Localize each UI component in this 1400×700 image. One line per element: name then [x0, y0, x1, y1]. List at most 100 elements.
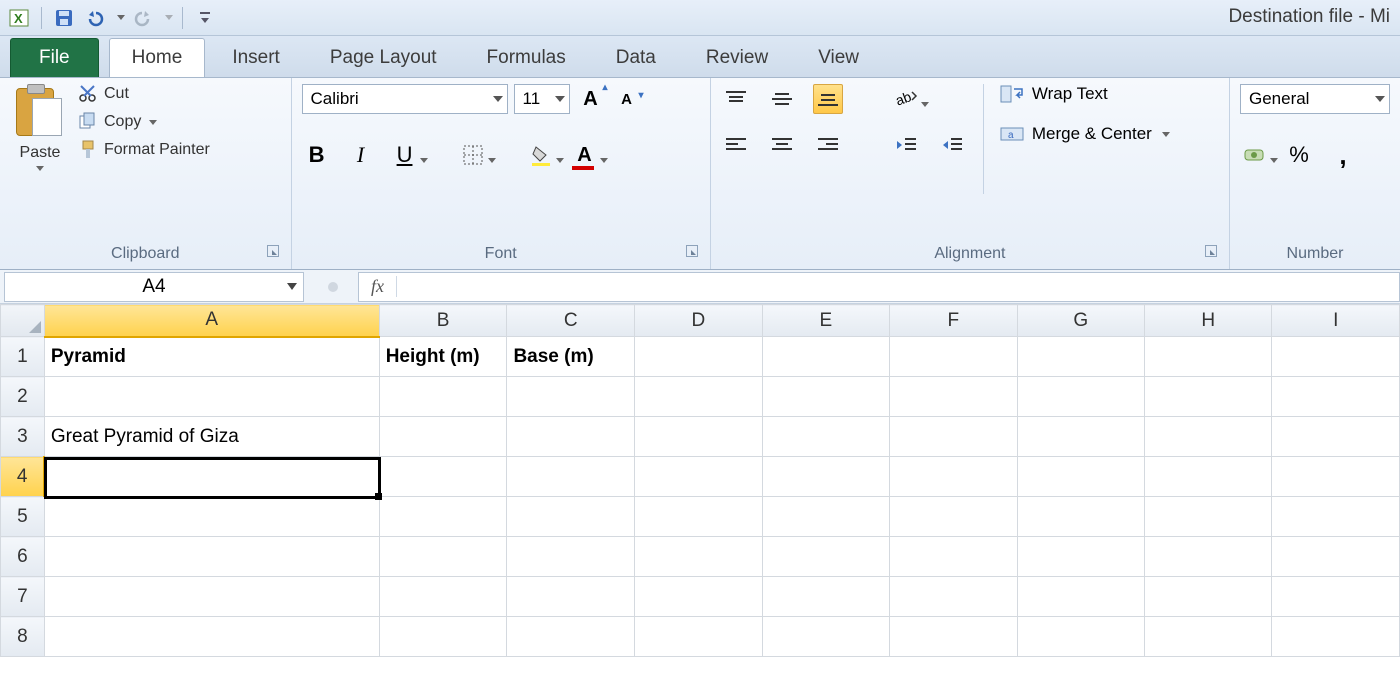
cell-D6[interactable] [635, 537, 762, 577]
cell-C8[interactable] [507, 617, 635, 657]
cell-B5[interactable] [379, 497, 507, 537]
merge-dropdown-icon[interactable] [1162, 132, 1170, 137]
cell-A1[interactable]: Pyramid [44, 337, 379, 377]
cell-D5[interactable] [635, 497, 762, 537]
row-header-8[interactable]: 8 [1, 617, 45, 657]
spreadsheet-grid[interactable]: A B C D E F G H I 1 Pyramid Height (m) B… [0, 304, 1400, 657]
cell-A8[interactable] [44, 617, 379, 657]
cell-E5[interactable] [762, 497, 889, 537]
col-header-E[interactable]: E [762, 305, 889, 337]
dialog-launcher-icon[interactable] [1205, 245, 1217, 257]
tab-formulas[interactable]: Formulas [464, 38, 589, 77]
row-header-3[interactable]: 3 [1, 417, 45, 457]
increase-indent-icon[interactable] [937, 130, 967, 160]
cell-F3[interactable] [890, 417, 1017, 457]
cell-I1[interactable] [1272, 337, 1400, 377]
col-header-F[interactable]: F [890, 305, 1017, 337]
tab-insert[interactable]: Insert [209, 38, 303, 77]
font-color-icon[interactable]: A [570, 140, 600, 170]
cell-C2[interactable] [507, 377, 635, 417]
cell-D7[interactable] [635, 577, 762, 617]
cell-G6[interactable] [1017, 537, 1144, 577]
fill-color-icon[interactable] [526, 140, 556, 170]
formula-input[interactable]: fx [358, 272, 1400, 302]
cell-A6[interactable] [44, 537, 379, 577]
row-header-1[interactable]: 1 [1, 337, 45, 377]
customize-qat-icon[interactable] [192, 5, 218, 31]
shrink-font-icon[interactable]: A▾ [612, 84, 642, 114]
cell-G8[interactable] [1017, 617, 1144, 657]
cell-H6[interactable] [1145, 537, 1272, 577]
tab-review[interactable]: Review [683, 38, 791, 77]
cell-B2[interactable] [379, 377, 507, 417]
tab-page-layout[interactable]: Page Layout [307, 38, 460, 77]
merge-center-button[interactable]: a Merge & Center [1000, 124, 1170, 144]
cell-B7[interactable] [379, 577, 507, 617]
cell-F4[interactable] [890, 457, 1017, 497]
cell-G2[interactable] [1017, 377, 1144, 417]
cell-I2[interactable] [1272, 377, 1400, 417]
grow-font-icon[interactable]: A▴ [576, 84, 606, 114]
cell-F1[interactable] [890, 337, 1017, 377]
dialog-launcher-icon[interactable] [267, 245, 279, 257]
cell-C4[interactable] [507, 457, 635, 497]
cell-G1[interactable] [1017, 337, 1144, 377]
row-header-4[interactable]: 4 [1, 457, 45, 497]
bold-button[interactable]: B [302, 140, 332, 170]
cell-E6[interactable] [762, 537, 889, 577]
row-header-2[interactable]: 2 [1, 377, 45, 417]
undo-dropdown-icon[interactable] [117, 15, 125, 20]
cell-I6[interactable] [1272, 537, 1400, 577]
italic-button[interactable]: I [346, 140, 376, 170]
cell-E8[interactable] [762, 617, 889, 657]
cell-D1[interactable] [635, 337, 762, 377]
accounting-format-icon[interactable] [1240, 140, 1270, 170]
select-all-corner[interactable] [1, 305, 45, 337]
cut-button[interactable]: Cut [78, 84, 210, 104]
cell-I3[interactable] [1272, 417, 1400, 457]
cell-B1[interactable]: Height (m) [379, 337, 507, 377]
cell-E1[interactable] [762, 337, 889, 377]
row-header-6[interactable]: 6 [1, 537, 45, 577]
cell-H3[interactable] [1145, 417, 1272, 457]
cell-B4[interactable] [379, 457, 507, 497]
align-center-icon[interactable] [767, 130, 797, 160]
cell-C3[interactable] [507, 417, 635, 457]
cell-A3[interactable]: Great Pyramid of Giza [44, 417, 379, 457]
cell-H4[interactable] [1145, 457, 1272, 497]
cell-G7[interactable] [1017, 577, 1144, 617]
cell-C7[interactable] [507, 577, 635, 617]
col-header-C[interactable]: C [507, 305, 635, 337]
cell-F7[interactable] [890, 577, 1017, 617]
comma-style-button[interactable]: , [1328, 140, 1358, 170]
cell-B3[interactable] [379, 417, 507, 457]
align-bottom-icon[interactable] [813, 84, 843, 114]
cell-I4[interactable] [1272, 457, 1400, 497]
copy-button[interactable]: Copy [78, 112, 210, 132]
cell-H7[interactable] [1145, 577, 1272, 617]
cell-D8[interactable] [635, 617, 762, 657]
percent-style-button[interactable]: % [1284, 140, 1314, 170]
name-box[interactable]: A4 [4, 272, 304, 302]
font-name-combo[interactable]: Calibri [302, 84, 508, 114]
cell-F5[interactable] [890, 497, 1017, 537]
align-middle-icon[interactable] [767, 84, 797, 114]
cell-E4[interactable] [762, 457, 889, 497]
undo-icon[interactable] [83, 5, 109, 31]
orientation-icon[interactable]: ab [891, 84, 921, 114]
tab-file[interactable]: File [10, 38, 99, 77]
cell-A7[interactable] [44, 577, 379, 617]
decrease-indent-icon[interactable] [891, 130, 921, 160]
paste-button[interactable]: Paste [10, 84, 70, 171]
number-format-combo[interactable]: General [1240, 84, 1390, 114]
align-left-icon[interactable] [721, 130, 751, 160]
cell-A2[interactable] [44, 377, 379, 417]
col-header-G[interactable]: G [1017, 305, 1144, 337]
tab-home[interactable]: Home [109, 38, 206, 77]
cell-G4[interactable] [1017, 457, 1144, 497]
save-icon[interactable] [51, 5, 77, 31]
cell-D3[interactable] [635, 417, 762, 457]
align-top-icon[interactable] [721, 84, 751, 114]
cell-I7[interactable] [1272, 577, 1400, 617]
format-painter-button[interactable]: Format Painter [78, 140, 210, 160]
